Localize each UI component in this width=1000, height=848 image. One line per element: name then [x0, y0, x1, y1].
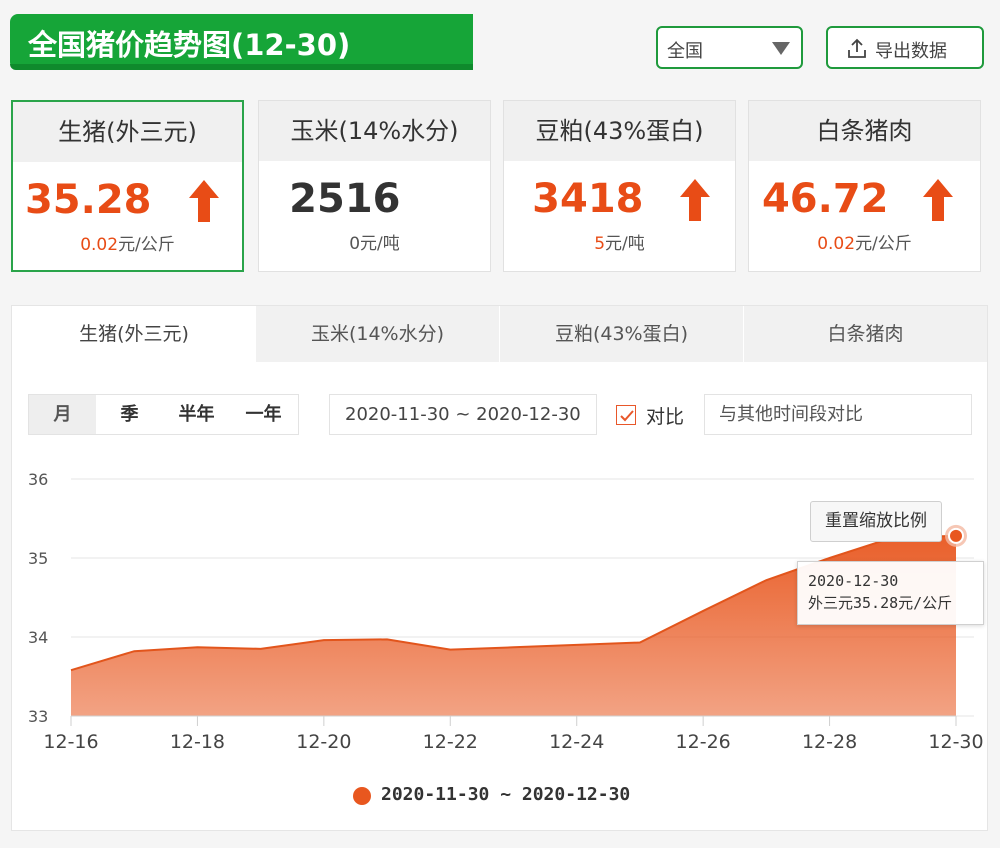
x-tick-label: 12-20 — [296, 731, 351, 753]
export-data-button[interactable]: 导出数据 — [826, 26, 984, 69]
card-title: 豆粕(43%蛋白) — [504, 101, 735, 161]
check-icon — [620, 410, 634, 422]
arrow-up-icon — [680, 179, 710, 221]
chart-tooltip: 2020-12-30 外三元35.28元/公斤 — [797, 561, 984, 625]
tab-pork-carcass[interactable]: 白条猪肉 — [743, 306, 987, 362]
arrow-up-icon — [189, 180, 219, 222]
card-change: 0.02元/公斤 — [817, 234, 912, 254]
card-title: 玉米(14%水分) — [259, 101, 490, 161]
tab-corn[interactable]: 玉米(14%水分) — [255, 306, 499, 362]
tab-live-hog[interactable]: 生猪(外三元) — [12, 306, 256, 362]
x-tick-label: 12-24 — [549, 731, 604, 753]
arrow-up-icon — [923, 179, 953, 221]
compare-checkbox[interactable] — [616, 405, 636, 425]
x-tick-label: 12-22 — [423, 731, 478, 753]
compare-label: 对比 — [646, 406, 685, 428]
x-tick-label: 12-26 — [676, 731, 731, 753]
card-price: 2516 — [289, 176, 401, 222]
period-quarter-button[interactable]: 季 — [96, 395, 163, 434]
x-tick-label: 12-16 — [43, 731, 98, 753]
price-card-pork-carcass[interactable]: 白条猪肉 46.72 0.02元/公斤 — [748, 100, 981, 272]
y-tick-label: 36 — [28, 470, 48, 489]
region-select[interactable]: 全国 — [656, 26, 803, 69]
legend-label: 2020-11-30 ~ 2020-12-30 — [381, 784, 631, 805]
title-banner: 全国猪价趋势图(12-30) — [10, 14, 473, 70]
reset-zoom-button[interactable]: 重置缩放比例 — [810, 501, 942, 542]
compare-period-input[interactable]: 与其他时间段对比 — [704, 394, 972, 435]
card-change: 5元/吨 — [594, 234, 645, 254]
card-title: 白条猪肉 — [749, 101, 980, 161]
legend-marker — [353, 787, 371, 805]
period-selector: 月 季 半年 一年 — [28, 394, 299, 435]
tooltip-date: 2020-12-30 — [808, 572, 899, 590]
x-tick-label: 12-30 — [928, 731, 983, 753]
card-title: 生猪(外三元) — [13, 102, 242, 162]
tab-soybean-meal[interactable]: 豆粕(43%蛋白) — [499, 306, 743, 362]
commodity-tabs: 生猪(外三元) 玉米(14%水分) 豆粕(43%蛋白) 白条猪肉 — [12, 306, 987, 362]
period-half-year-button[interactable]: 半年 — [163, 395, 230, 434]
card-change: 0元/吨 — [349, 234, 400, 254]
data-point — [948, 527, 964, 544]
price-card-corn[interactable]: 玉米(14%水分) 2516 0元/吨 — [258, 100, 491, 272]
y-tick-label: 34 — [28, 628, 48, 647]
chart-panel: 生猪(外三元) 玉米(14%水分) 豆粕(43%蛋白) 白条猪肉 月 季 半年 … — [11, 305, 988, 831]
period-month-button[interactable]: 月 — [29, 395, 96, 434]
period-year-button[interactable]: 一年 — [230, 395, 297, 434]
upload-icon — [848, 38, 866, 58]
y-tick-label: 35 — [28, 549, 48, 568]
chevron-down-icon — [772, 42, 790, 55]
page-title: 全国猪价趋势图(12-30) — [28, 28, 351, 62]
export-data-label: 导出数据 — [875, 41, 947, 62]
y-tick-label: 33 — [28, 707, 48, 726]
x-tick-label: 12-18 — [170, 731, 225, 753]
card-change: 0.02元/公斤 — [80, 235, 175, 255]
tooltip-value: 外三元35.28元/公斤 — [808, 594, 953, 612]
region-select-value: 全国 — [667, 41, 703, 62]
x-tick-label: 12-28 — [802, 731, 857, 753]
date-range-input[interactable]: 2020-11-30 ~ 2020-12-30 — [329, 394, 597, 435]
price-card-soybean-meal[interactable]: 豆粕(43%蛋白) 3418 5元/吨 — [503, 100, 736, 272]
price-card-live-hog[interactable]: 生猪(外三元) 35.28 0.02元/公斤 — [11, 100, 244, 272]
